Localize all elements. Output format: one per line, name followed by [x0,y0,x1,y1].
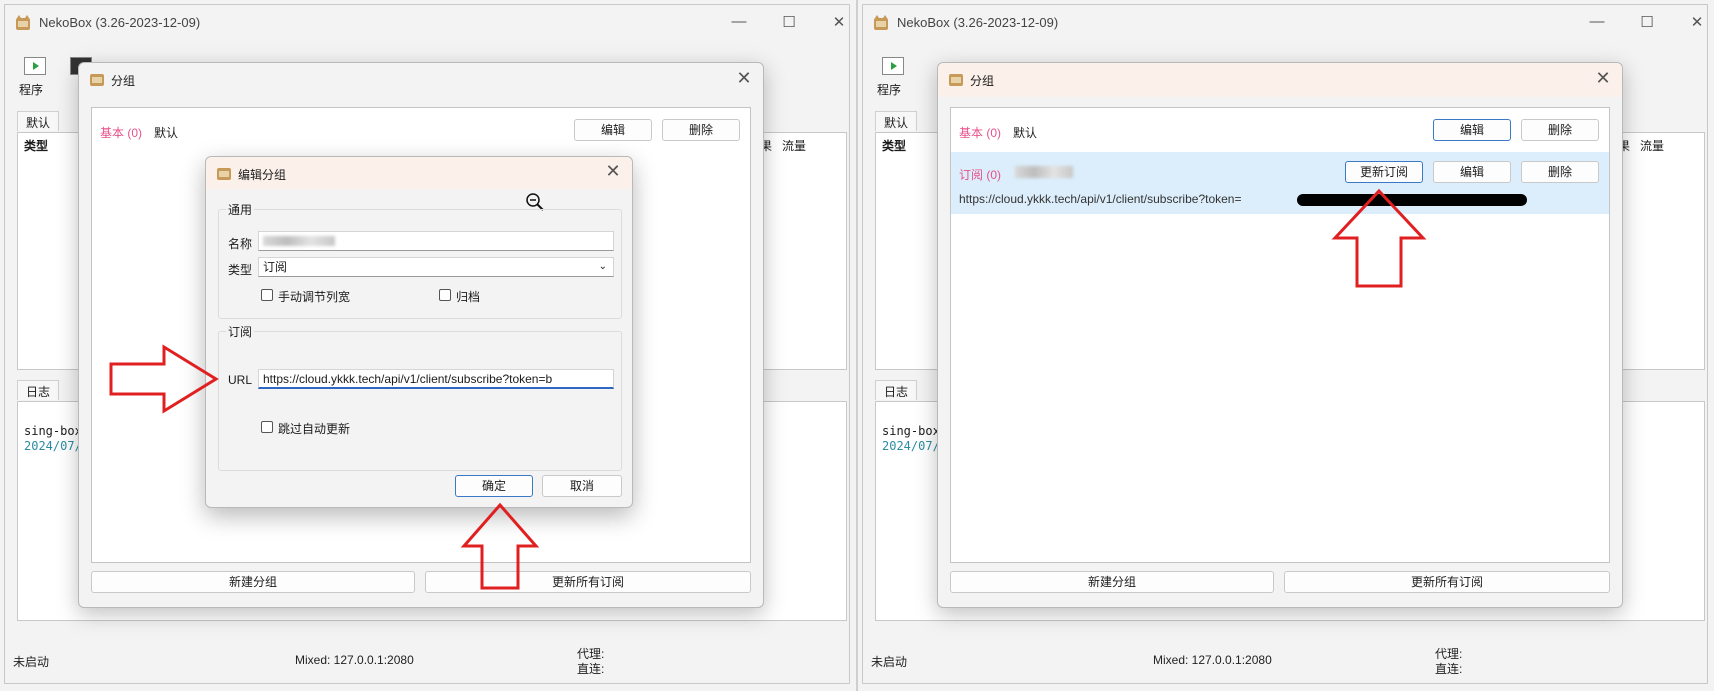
arrow-up-icon [1331,188,1427,288]
subscription-section [218,331,622,471]
type-select[interactable]: 订阅 ⌄ [258,257,614,277]
column-traffic[interactable]: 流量 [782,137,806,154]
subscription-row[interactable]: 订阅 (0) 更新订阅 编辑 删除 https://cloud.ykkk.tec… [951,152,1609,214]
status-not-started: 未启动 [13,655,50,669]
program-label: 程序 [19,83,44,97]
log-line: sing-box [24,424,82,438]
column-type[interactable]: 类型 [24,137,48,154]
type-label: 类型 [228,263,253,277]
manual-column-checkbox[interactable] [261,289,273,301]
url-input[interactable]: https://cloud.ykkk.tech/api/v1/client/su… [258,369,614,389]
edit-button[interactable]: 编辑 [1433,161,1511,183]
delete-button[interactable]: 删除 [1521,119,1599,141]
tab-log[interactable]: 日志 [875,380,918,400]
group-name-default: 默认 [154,126,179,140]
archive-checkbox[interactable] [439,289,451,301]
status-mixed: Mixed: 127.0.0.1:2080 [295,653,414,667]
app-cat-icon [90,74,104,86]
maximize-icon[interactable]: ☐ [779,13,799,31]
close-icon[interactable]: ✕ [1592,68,1614,89]
program-label: 程序 [877,83,902,97]
arrow-right-icon [109,344,219,414]
manual-column-label: 手动调节列宽 [278,290,351,304]
delete-button[interactable]: 删除 [662,119,740,141]
delete-button[interactable]: 删除 [1521,161,1599,183]
log-line: 2024/07/ [882,439,940,453]
status-direct: 直连: [577,662,605,676]
arrow-up-icon [460,502,540,590]
skip-auto-update-label: 跳过自动更新 [278,422,351,436]
window-title: NekoBox (3.26-2023-12-09) [39,15,201,30]
group-dialog-titlebar: 分组 ✕ [938,63,1622,97]
minimize-icon[interactable]: — [1587,13,1607,30]
app-cat-icon [949,74,963,86]
program-button[interactable]: 程序 [17,53,53,101]
left-screenshot: NekoBox (3.26-2023-12-09) — ☐ ✕ 程序 默认 类型… [0,0,857,691]
close-icon[interactable]: ✕ [602,161,624,182]
app-cat-icon [874,15,888,30]
app-cat-icon [16,15,30,30]
new-group-button[interactable]: 新建分组 [91,571,415,593]
program-button[interactable]: 程序 [875,53,911,101]
group-dialog: 分组 ✕ 基本 (0) 默认 编辑 删除 订阅 (0) 更新订阅 编辑 删除 h… [937,62,1623,608]
play-icon [882,57,904,75]
close-icon[interactable]: ✕ [829,13,849,31]
column-type[interactable]: 类型 [882,137,906,154]
edit-dialog-title: 编辑分组 [238,168,287,182]
title-bar: NekoBox (3.26-2023-12-09) — ☐ ✕ [5,5,849,41]
cancel-button[interactable]: 取消 [542,475,622,497]
new-group-button[interactable]: 新建分组 [950,571,1274,593]
name-label: 名称 [228,237,253,251]
close-icon[interactable]: ✕ [1687,13,1707,31]
general-legend: 通用 [226,201,255,218]
group-dialog-titlebar: 分组 ✕ [79,63,763,97]
chevron-down-icon: ⌄ [598,261,607,272]
group-dialog-title: 分组 [970,74,995,88]
group-list: 基本 (0) 默认 编辑 删除 订阅 (0) 更新订阅 编辑 删除 https:… [950,107,1610,563]
name-input[interactable] [258,231,614,251]
type-value: 订阅 [263,260,288,274]
edit-button[interactable]: 编辑 [1433,119,1511,141]
update-subscription-button[interactable]: 更新订阅 [1345,161,1423,183]
blurred-name [263,236,335,246]
edit-group-dialog: 编辑分组 ✕ 通用 名称 类型 订阅 ⌄ 手动调节列宽 归档 订阅 URL htt… [205,156,633,508]
column-traffic[interactable]: 流量 [1640,137,1664,154]
app-cat-icon [217,168,231,180]
subscription-url: https://cloud.ykkk.tech/api/v1/client/su… [959,192,1242,206]
edit-dialog-titlebar: 编辑分组 ✕ [206,157,632,189]
group-tag-subscription: 订阅 (0) [959,168,1002,182]
log-line: 2024/07/ [24,439,82,453]
log-line: sing-box [882,424,940,438]
play-icon [24,57,46,75]
title-bar: NekoBox (3.26-2023-12-09) — ☐ ✕ [863,5,1707,41]
edit-button[interactable]: 编辑 [574,119,652,141]
ok-button[interactable]: 确定 [455,475,533,497]
close-icon[interactable]: ✕ [733,68,755,89]
subscription-legend: 订阅 [226,323,255,340]
right-screenshot: NekoBox (3.26-2023-12-09) — ☐ ✕ 程序 默认 类型… [857,0,1714,691]
group-name-default: 默认 [1013,126,1038,140]
update-all-button[interactable]: 更新所有订阅 [1284,571,1610,593]
group-dialog-title: 分组 [111,74,136,88]
tab-log[interactable]: 日志 [17,380,60,400]
minimize-icon[interactable]: — [729,13,749,30]
window-title: NekoBox (3.26-2023-12-09) [897,15,1059,30]
blurred-group-name [1015,166,1073,178]
maximize-icon[interactable]: ☐ [1637,13,1657,31]
status-not-started: 未启动 [871,655,908,669]
tab-default[interactable]: 默认 [875,111,918,131]
url-label: URL [228,373,253,387]
status-direct: 直连: [1435,662,1463,676]
skip-auto-update-checkbox[interactable] [261,421,273,433]
tab-default[interactable]: 默认 [17,111,60,131]
status-mixed: Mixed: 127.0.0.1:2080 [1153,653,1272,667]
group-tag-basic: 基本 (0) [959,126,1002,140]
archive-label: 归档 [456,290,481,304]
group-tag-basic: 基本 (0) [100,126,143,140]
